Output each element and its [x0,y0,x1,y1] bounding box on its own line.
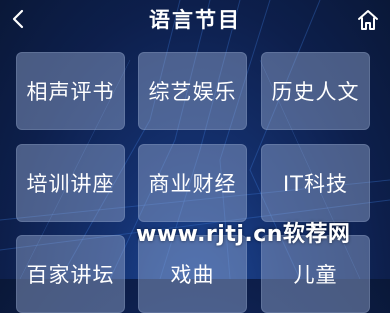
tile-it-keji[interactable]: IT科技 [261,144,370,222]
home-button[interactable] [354,6,382,34]
tile-shangye-caijing[interactable]: 商业财经 [138,144,247,222]
tile-zongyi-yule[interactable]: 综艺娱乐 [138,52,247,130]
tile-xiangsheng-pingshu[interactable]: 相声评书 [16,52,125,130]
tile-baijia-jiangtan[interactable]: 百家讲坛 [16,235,125,313]
page-title: 语言节目 [149,8,241,32]
watermark-text: www.rjtj.cn软荐网 [136,222,351,247]
tile-lishi-renwen[interactable]: 历史人文 [261,52,370,130]
home-icon [358,10,378,30]
top-bar: 语言节目 [0,0,390,40]
tile-peixun-jiangzuo[interactable]: 培训讲座 [16,144,125,222]
